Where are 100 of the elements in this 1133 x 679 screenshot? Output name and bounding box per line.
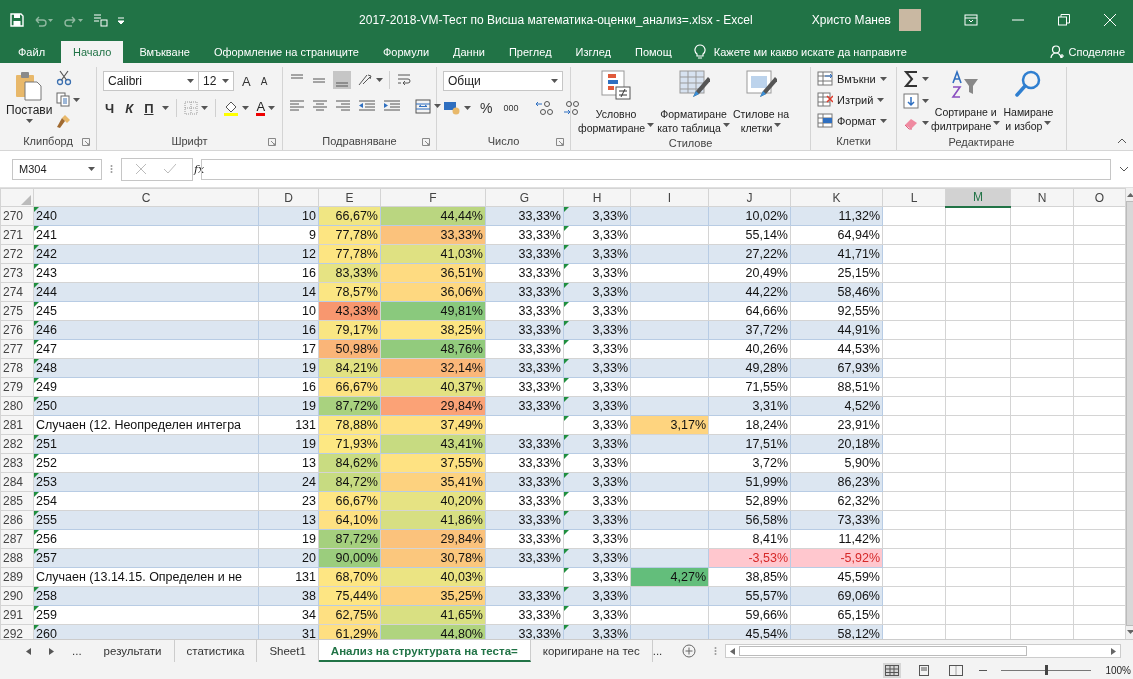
error-indicator-icon[interactable] [564, 606, 569, 612]
zoom-level[interactable]: 100% [1105, 665, 1131, 677]
error-indicator-icon[interactable] [564, 454, 569, 460]
ribbon-button[interactable]: Сортиране и филтриране [930, 67, 1002, 134]
error-indicator-icon[interactable] [564, 492, 569, 498]
scissors-icon[interactable] [56, 70, 73, 87]
caret-icon[interactable] [88, 167, 95, 172]
ribbon-tab[interactable]: Начало [61, 41, 124, 64]
caret-icon[interactable] [551, 79, 558, 84]
font-name-field[interactable]: Calibri [103, 71, 199, 92]
ribbon-tab[interactable]: Формули [370, 41, 442, 64]
merge-button[interactable] [415, 98, 441, 114]
caret-icon[interactable] [879, 76, 887, 81]
increase-decimal-icon[interactable] [534, 100, 555, 117]
column-header[interactable]: G [485, 188, 564, 207]
error-indicator-icon[interactable] [564, 530, 569, 536]
borders-button[interactable] [184, 101, 209, 116]
scroll-down-icon[interactable] [1126, 630, 1133, 636]
decrease-indent-icon[interactable] [358, 99, 376, 114]
accounting-format-button[interactable] [443, 100, 471, 117]
expand-icon[interactable] [1119, 166, 1129, 173]
scroll-thumb[interactable] [739, 646, 1027, 657]
column-header[interactable]: L [882, 188, 946, 207]
caret-icon[interactable] [222, 79, 229, 84]
fill-color-button[interactable] [223, 100, 250, 117]
touch-mode-icon[interactable] [92, 12, 108, 27]
column-header[interactable]: C [33, 188, 259, 207]
dialog-launcher-icon[interactable] [82, 138, 90, 147]
page-break-icon[interactable] [947, 663, 966, 679]
ribbon-button[interactable]: Формат [817, 113, 888, 129]
ribbon-button[interactable]: Намиране и избор [1002, 67, 1055, 134]
dialog-launcher-icon[interactable] [422, 138, 430, 147]
caret-icon[interactable] [877, 97, 885, 102]
caret-icon[interactable] [922, 77, 929, 82]
column-header[interactable]: E [318, 188, 381, 207]
dialog-launcher-icon[interactable] [268, 138, 276, 147]
autosum-button[interactable] [903, 70, 929, 89]
add-sheet-icon[interactable] [682, 644, 697, 659]
bold-button[interactable]: Ч [103, 100, 117, 116]
ribbon-tab[interactable]: Оформление на страниците [201, 41, 371, 64]
share-button[interactable]: Споделяне [1046, 41, 1133, 64]
fill-button[interactable] [903, 93, 929, 110]
column-header[interactable]: K [790, 188, 883, 207]
more-sheets-button[interactable]: ... [652, 645, 663, 658]
caret-icon[interactable] [774, 123, 782, 128]
column-header[interactable]: H [563, 188, 631, 207]
copy-button[interactable] [56, 92, 81, 108]
column-header[interactable]: I [630, 188, 709, 207]
increase-indent-icon[interactable] [383, 99, 401, 114]
caret-icon[interactable] [73, 97, 81, 102]
ribbon-tab[interactable]: Изглед [563, 41, 623, 64]
scroll-left-icon[interactable] [730, 647, 736, 655]
ribbon-display-icon[interactable] [964, 13, 978, 26]
error-indicator-icon[interactable] [564, 378, 569, 384]
caret-icon[interactable] [922, 120, 929, 125]
column-header[interactable]: J [708, 188, 791, 207]
ribbon-button[interactable]: Изтрий [817, 92, 888, 108]
percent-button[interactable]: % [478, 100, 495, 117]
tell-me-search[interactable]: Кажете ми какво искате да направите [693, 41, 907, 64]
caret-icon[interactable] [187, 79, 194, 84]
slider-thumb[interactable] [1045, 665, 1049, 676]
caret-icon[interactable] [722, 123, 730, 128]
caret-icon[interactable] [201, 106, 209, 111]
ribbon-tab[interactable]: Помощ [623, 41, 684, 64]
caret-icon[interactable] [464, 106, 471, 111]
save-icon[interactable] [10, 12, 24, 27]
ribbon-button[interactable]: Условно форматиране [577, 67, 656, 136]
more-sheets-button[interactable]: ... [72, 645, 82, 658]
error-indicator-icon[interactable] [564, 340, 569, 346]
ribbon-button[interactable]: Стилове на клетки [731, 67, 791, 136]
ribbon-tab[interactable]: Преглед [496, 41, 564, 64]
increase-font-button[interactable]: A [240, 73, 253, 89]
caret-icon[interactable] [922, 99, 929, 104]
number-format-field[interactable]: Общи [443, 71, 563, 92]
ribbon-tab[interactable]: Данни [441, 41, 497, 64]
thousands-button[interactable]: 000 [501, 103, 521, 114]
restore-icon[interactable] [1058, 13, 1070, 26]
paste-button[interactable]: Постави [6, 67, 53, 133]
column-header[interactable]: M [945, 188, 1011, 207]
column-header[interactable]: F [380, 188, 486, 207]
caret-icon[interactable] [376, 78, 383, 83]
horizontal-scrollbar[interactable] [725, 644, 1121, 659]
brush-icon[interactable] [56, 113, 73, 130]
sheet-tab[interactable]: Анализ на структурата на теста= [318, 640, 531, 663]
italic-button[interactable]: К [123, 100, 136, 116]
ribbon-button[interactable]: Форматиране като таблица [656, 67, 731, 136]
scroll-right-icon[interactable] [49, 647, 54, 655]
error-indicator-icon[interactable] [564, 264, 569, 270]
ribbon-tab[interactable]: Вмъкване [127, 41, 202, 64]
caret-icon[interactable] [268, 106, 276, 111]
caret-icon[interactable] [993, 121, 1001, 126]
underline-button[interactable]: П [142, 100, 156, 116]
zoom-slider[interactable] [1001, 664, 1092, 677]
caret-icon[interactable] [242, 106, 250, 111]
scroll-up-icon[interactable] [1126, 192, 1133, 198]
column-header[interactable]: O [1073, 188, 1126, 207]
scroll-right-icon[interactable] [1111, 647, 1116, 655]
column-header[interactable]: N [1010, 188, 1074, 207]
collapse-ribbon-icon[interactable] [1117, 138, 1127, 145]
column-header[interactable]: D [258, 188, 319, 207]
